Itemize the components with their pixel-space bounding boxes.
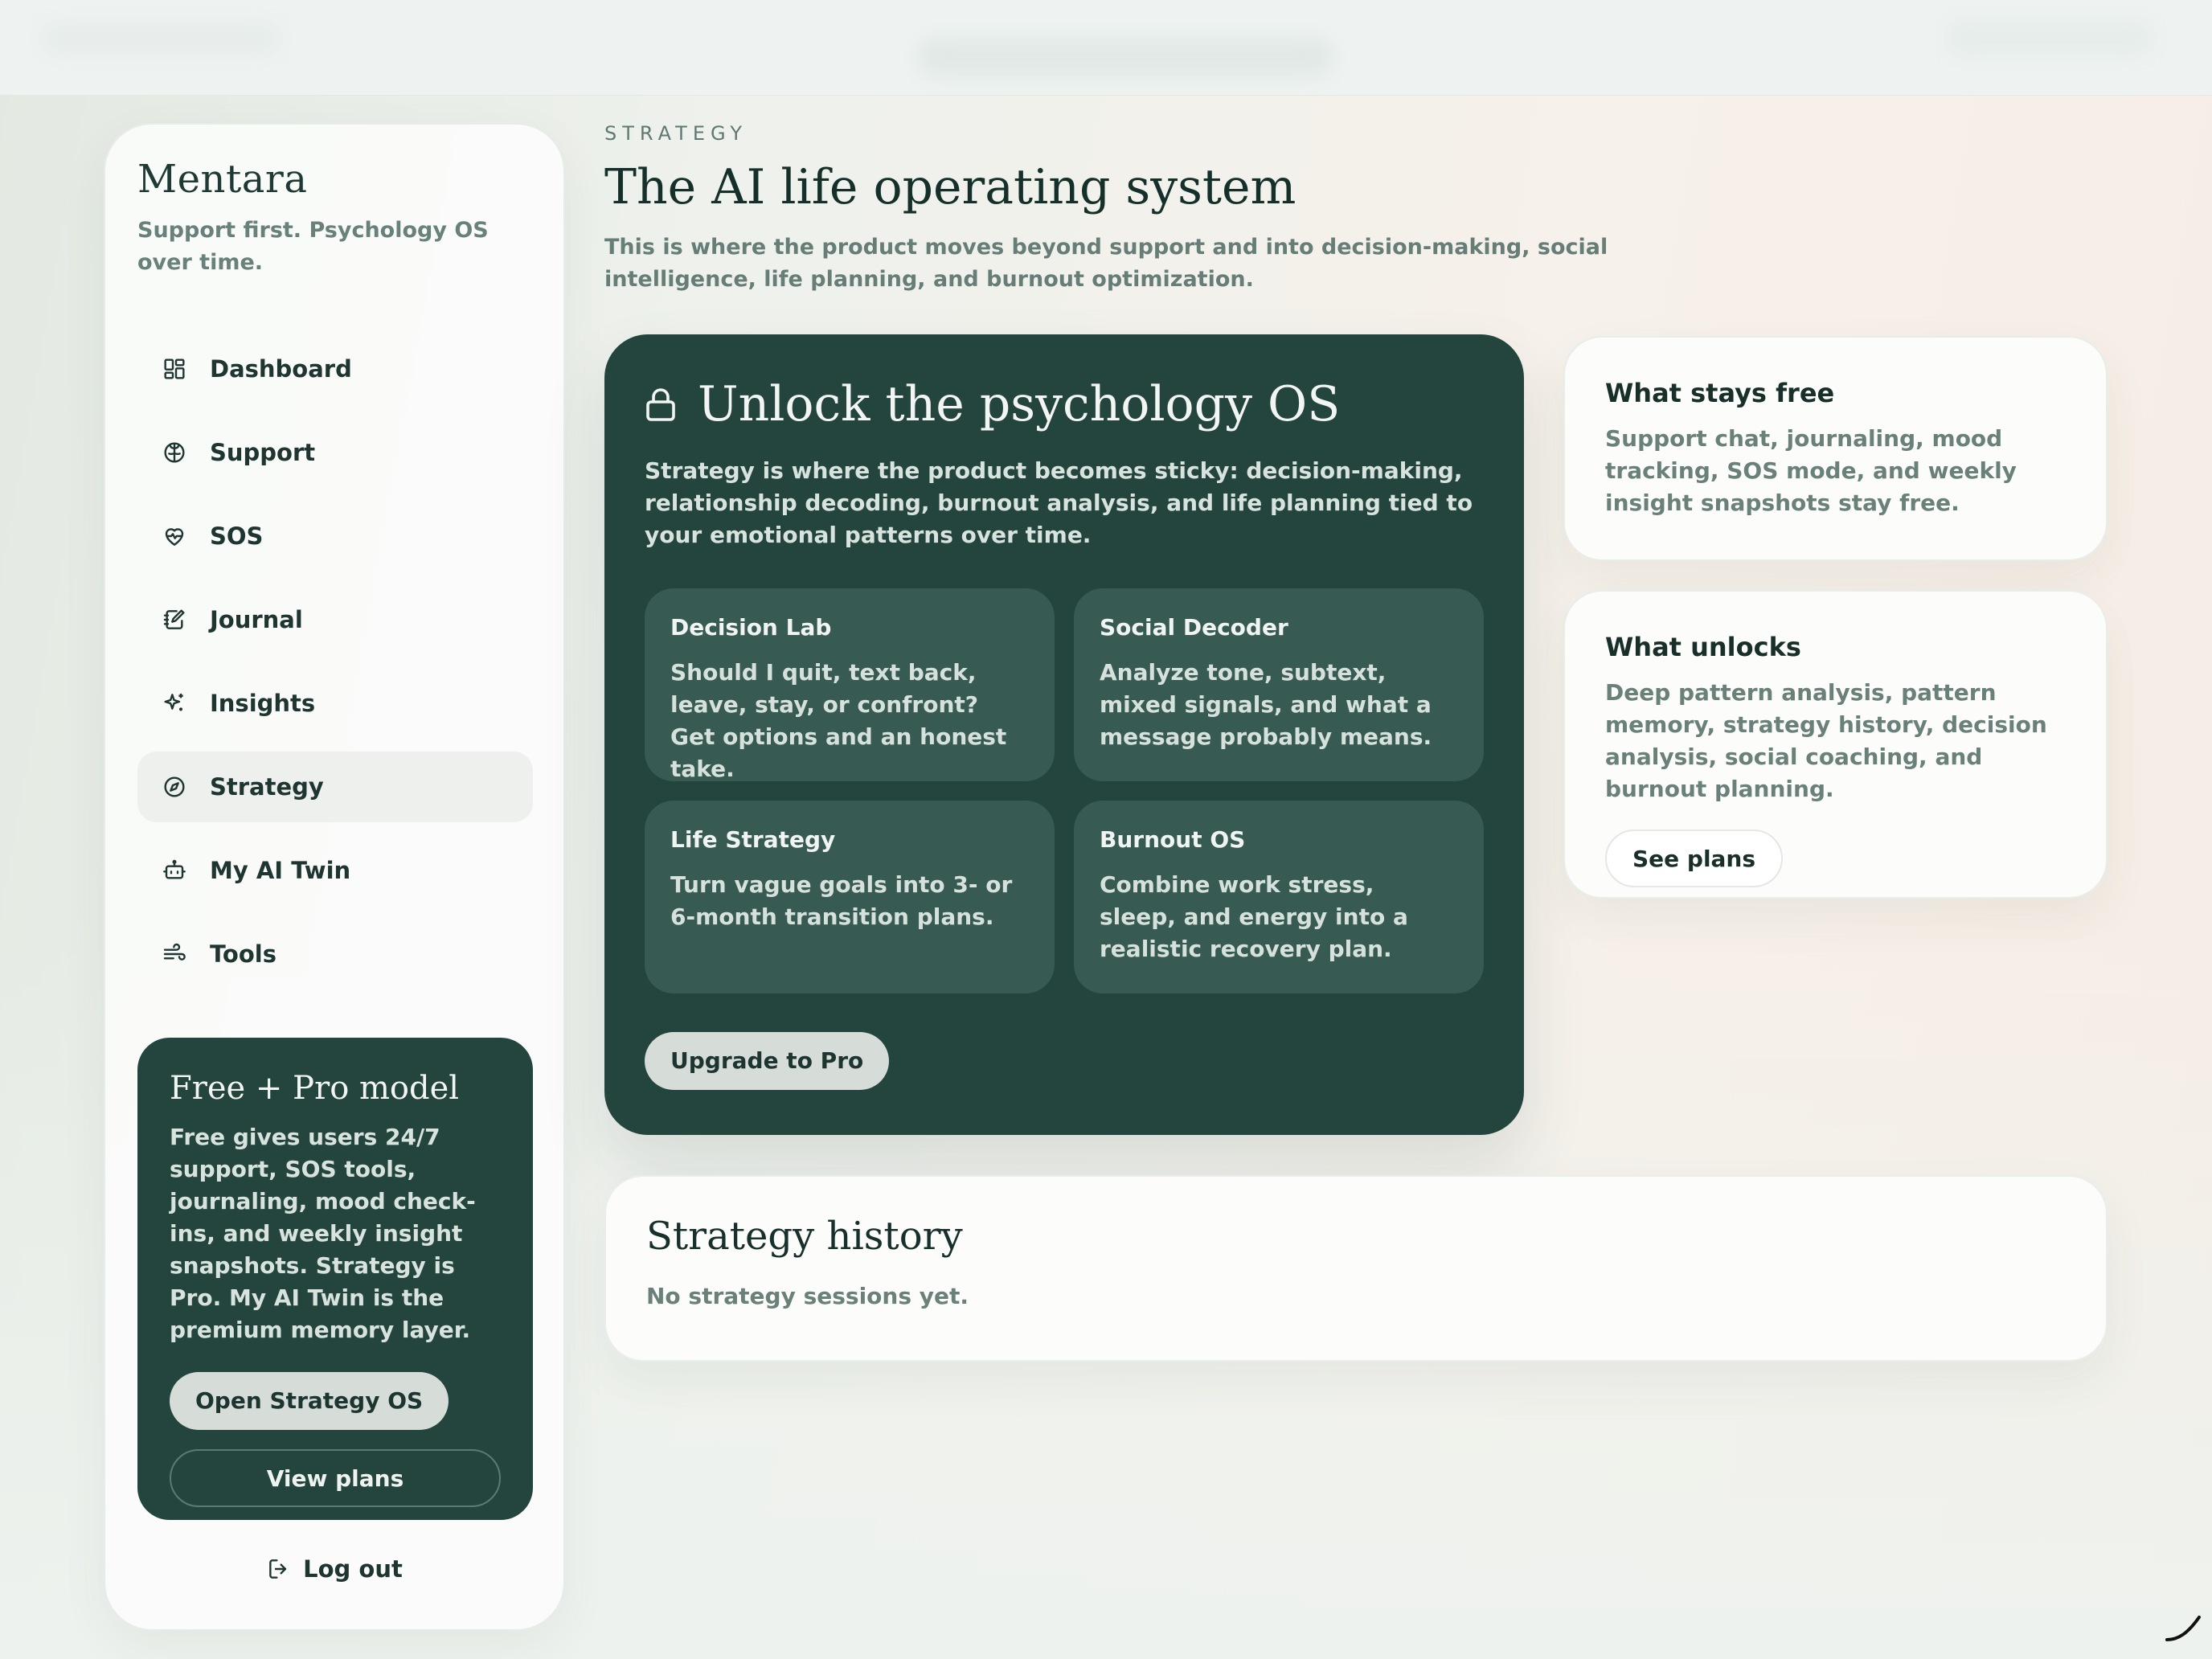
free-card-title: What stays free (1605, 378, 1835, 408)
unlock-card: Unlock the psychology OS Strategy is whe… (604, 334, 1524, 1135)
sidebar-item-support[interactable]: Support (137, 417, 533, 488)
logout-icon (269, 1559, 287, 1579)
open-strategy-os-button[interactable]: Open Strategy OS (170, 1372, 449, 1430)
unlock-text: Strategy is where the product becomes st… (645, 457, 1473, 548)
free-features-card: What stays free Support chat, journaling… (1563, 336, 2108, 561)
unlocks-card: What unlocks Deep pattern analysis, patt… (1563, 590, 2108, 899)
brain-icon (162, 440, 187, 465)
feature-title: Burnout OS (1100, 826, 1246, 853)
strategy-history-card: Strategy history No strategy sessions ye… (604, 1175, 2108, 1362)
robot-icon (162, 858, 187, 883)
strategy-history-empty: No strategy sessions yet. (646, 1283, 969, 1309)
feature-title: Social Decoder (1100, 614, 1288, 641)
logout-label: Log out (303, 1555, 403, 1583)
cursor-icon (2165, 1616, 2201, 1641)
sidebar: Mentara Support first. Psychology OS ove… (104, 123, 565, 1631)
sidebar-item-label: SOS (210, 522, 264, 550)
sidebar-item-label: Strategy (210, 773, 324, 801)
promo-title: Free + Pro model (170, 1070, 460, 1107)
wind-icon (162, 941, 187, 967)
feature-title: Decision Lab (670, 614, 832, 641)
sparkles-icon (162, 690, 187, 716)
sidebar-item-label: My AI Twin (210, 857, 351, 884)
brand-tagline: Support first. Psychology OS over time. (137, 218, 489, 275)
feature-burnout-os[interactable]: Burnout OS Combine work stress, sleep, a… (1074, 801, 1484, 993)
feature-title: Life Strategy (670, 826, 836, 853)
heart-pulse-icon (162, 523, 187, 549)
feature-life-strategy[interactable]: Life Strategy Turn vague goals into 3- o… (645, 801, 1055, 993)
feature-social-decoder[interactable]: Social Decoder Analyze tone, subtext, mi… (1074, 588, 1484, 781)
see-plans-button[interactable]: See plans (1605, 830, 1784, 887)
sidebar-item-sos[interactable]: SOS (137, 501, 533, 571)
sidebar-item-journal[interactable]: Journal (137, 584, 533, 655)
unlock-title-text: Unlock the psychology OS (698, 376, 1341, 432)
sidebar-item-my-ai-twin[interactable]: My AI Twin (137, 835, 533, 906)
page-title: The AI life operating system (604, 159, 1296, 215)
feature-text: Combine work stress, sleep, and energy i… (1100, 871, 1408, 962)
sidebar-item-label: Support (210, 439, 316, 466)
page-eyebrow: STRATEGY (604, 122, 748, 145)
promo-card: Free + Pro model Free gives users 24/7 s… (137, 1038, 533, 1520)
compass-icon (162, 774, 187, 800)
free-card-text: Support chat, journaling, mood tracking,… (1605, 425, 2017, 516)
blurred-top-center (916, 37, 1334, 77)
sidebar-item-label: Journal (210, 606, 303, 633)
lock-icon (646, 388, 675, 421)
brand-name: Mentara (137, 157, 308, 202)
sidebar-item-tools[interactable]: Tools (137, 919, 533, 989)
unlock-title: Unlock the psychology OS (645, 376, 1484, 432)
journal-icon (162, 607, 187, 633)
feature-grid: Decision Lab Should I quit, text back, l… (645, 588, 1484, 993)
dashboard-icon (162, 356, 187, 382)
blurred-top-left (40, 23, 281, 55)
sidebar-item-dashboard[interactable]: Dashboard (137, 334, 533, 404)
feature-decision-lab[interactable]: Decision Lab Should I quit, text back, l… (645, 588, 1055, 782)
feature-text: Analyze tone, subtext, mixed signals, an… (1100, 659, 1432, 750)
promo-text: Free gives users 24/7 support, SOS tools… (170, 1124, 476, 1343)
top-bar (0, 0, 2212, 96)
strategy-history-title: Strategy history (646, 1214, 963, 1259)
upgrade-to-pro-button[interactable]: Upgrade to Pro (645, 1032, 890, 1090)
sidebar-item-label: Dashboard (210, 355, 352, 383)
sidebar-item-label: Tools (210, 940, 276, 968)
page-subtitle: This is where the product moves beyond s… (604, 235, 1608, 292)
sidebar-item-strategy[interactable]: Strategy (137, 752, 533, 822)
feature-text: Turn vague goals into 3- or 6-month tran… (670, 871, 1013, 930)
view-plans-button[interactable]: View plans (170, 1449, 501, 1507)
sidebar-item-insights[interactable]: Insights (137, 668, 533, 739)
unlocks-card-title: What unlocks (1605, 632, 1801, 662)
sidebar-nav: Dashboard Support SOS Journal Insights S… (137, 334, 533, 1002)
blurred-top-right (1945, 19, 2154, 56)
logout-button[interactable]: Log out (105, 1555, 563, 1583)
unlocks-card-text: Deep pattern analysis, pattern memory, s… (1605, 679, 2047, 802)
sidebar-item-label: Insights (210, 690, 316, 717)
feature-text: Should I quit, text back, leave, stay, o… (670, 659, 1007, 782)
